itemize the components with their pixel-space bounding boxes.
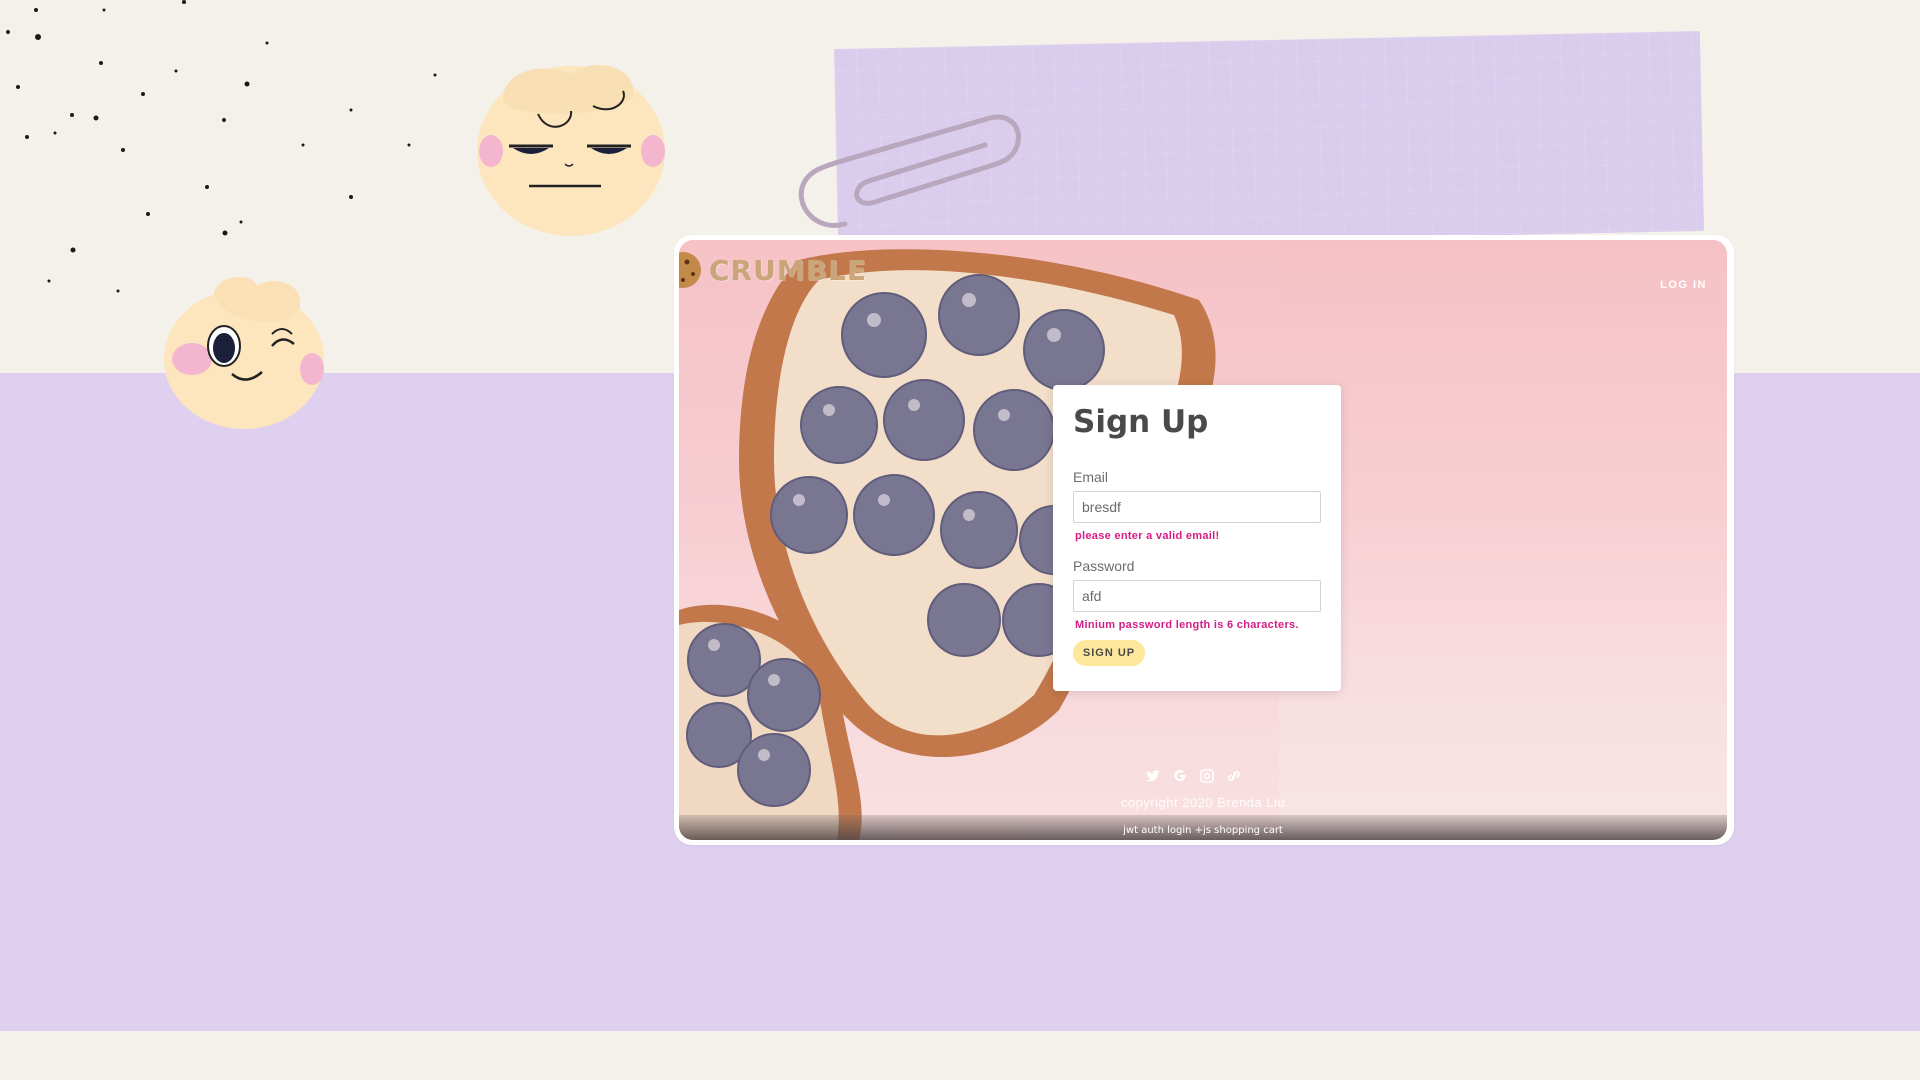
instagram-icon[interactable]	[1199, 768, 1215, 784]
email-field[interactable]	[1073, 491, 1321, 524]
signup-card: Sign Up Email please enter a valid email…	[1053, 385, 1341, 691]
link-icon[interactable]	[1226, 768, 1242, 784]
bottom-paper-strip	[0, 1031, 1920, 1080]
signup-title: Sign Up	[1073, 404, 1209, 440]
cookie-icon	[679, 252, 701, 288]
sleepy-face-sticker	[477, 65, 665, 236]
paperclip-icon	[798, 114, 1021, 228]
footer-caption: jwt auth login +js shopping cart	[1123, 825, 1283, 836]
copyright-text: copyright 2020 Brenda Liu	[1120, 795, 1286, 810]
password-label: Password	[1073, 558, 1135, 575]
social-links	[1145, 768, 1242, 784]
signup-button[interactable]: SIGN UP	[1073, 640, 1145, 667]
app-screen: CRUMBLE LOG IN Sign Up Email please ente…	[679, 240, 1727, 840]
google-icon[interactable]	[1172, 768, 1188, 784]
logo[interactable]: CRUMBLE	[679, 250, 867, 290]
password-error: Minium password length is 6 characters.	[1075, 619, 1299, 632]
email-label: Email	[1073, 469, 1109, 486]
twitter-icon[interactable]	[1145, 768, 1161, 784]
logo-text: CRUMBLE	[709, 253, 868, 287]
nav-login-link[interactable]: LOG IN	[1660, 279, 1707, 291]
app-window-frame: CRUMBLE LOG IN Sign Up Email please ente…	[674, 235, 1734, 845]
password-field[interactable]	[1073, 580, 1321, 613]
ink-dots-decoration	[6, 0, 437, 293]
email-error: please enter a valid email!	[1075, 530, 1220, 543]
winking-face-sticker	[164, 276, 324, 429]
